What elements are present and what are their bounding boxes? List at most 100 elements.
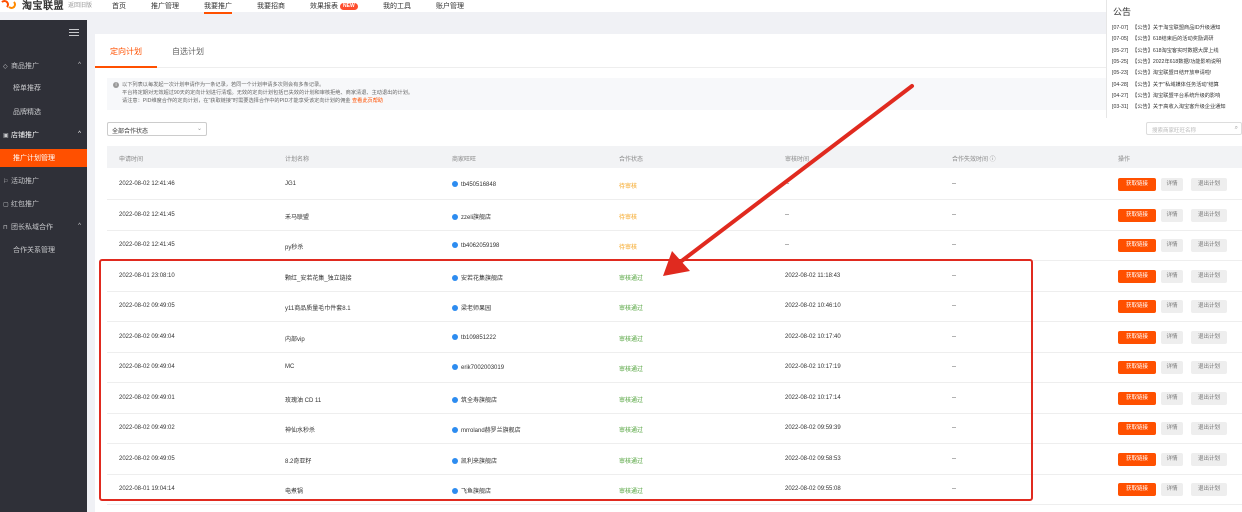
highlight-box: [99, 259, 1033, 501]
brand-logo[interactable]: 淘宝联盟 返回旧版: [0, 0, 92, 12]
quit-plan-button[interactable]: 退出计划: [1191, 269, 1227, 283]
shop-name[interactable]: tb4062059198: [452, 242, 499, 249]
get-link-button[interactable]: 获取链接: [1118, 300, 1156, 313]
get-link-button[interactable]: 获取链接: [1118, 178, 1156, 191]
sidebar-item-brand-selection[interactable]: 品牌精选: [0, 103, 87, 121]
detail-button[interactable]: 详情: [1161, 208, 1183, 222]
quit-plan-button[interactable]: 退出计划: [1191, 208, 1227, 222]
status-badge: 待审核: [619, 184, 638, 190]
nav-account[interactable]: 账户管理: [436, 1, 464, 11]
get-link-button[interactable]: 获取链接: [1118, 361, 1156, 374]
shop-name[interactable]: tb450516848: [452, 181, 496, 188]
search-icon[interactable]: ⌕: [1235, 125, 1238, 132]
announcement-date: [05-23]: [1112, 70, 1129, 77]
detail-button[interactable]: 详情: [1161, 269, 1183, 283]
quit-plan-button[interactable]: 退出计划: [1191, 361, 1227, 374]
sidebar-group-product-promotion[interactable]: ◇ 商品推广 ^: [0, 57, 87, 75]
detail-button[interactable]: 详情: [1161, 422, 1183, 435]
sidebar-item-partnership-management[interactable]: 合作关系管理: [0, 241, 87, 259]
table-row: 2022-08-02 12:41:45 禾马联盟 zzeli旗舰店 待审核 -- -- 获取…: [107, 201, 1242, 231]
get-link-button[interactable]: 获取链接: [1118, 330, 1156, 344]
nav-merchant-recruit[interactable]: 我要招商: [257, 1, 285, 11]
quit-plan-button[interactable]: 退出计划: [1191, 300, 1227, 313]
get-link-button[interactable]: 获取链接: [1118, 269, 1156, 283]
help-link[interactable]: 查看此页帮助: [352, 98, 383, 104]
quit-plan-button[interactable]: 退出计划: [1191, 391, 1227, 405]
nav-reports[interactable]: 效果报表 NEW: [310, 1, 358, 11]
announcement-panel: 公告 [07-07] 【公告】关于淘宝联盟商品ID升级通知 [07-05] 【公告】6…: [1106, 0, 1242, 118]
sidebar-item-ranking[interactable]: 榜单推荐: [0, 79, 87, 97]
get-link-button[interactable]: 获取链接: [1118, 391, 1156, 405]
search-placeholder: 搜索商家旺旺名称: [1152, 128, 1197, 134]
menu-toggle-icon[interactable]: [69, 29, 79, 37]
plan-name[interactable]: py秒杀: [285, 242, 303, 251]
quit-plan-button[interactable]: 退出计划: [1191, 330, 1227, 344]
wangwang-icon: [452, 242, 458, 248]
header-apply-time: 申请时间: [119, 157, 144, 163]
get-link-button[interactable]: 获取链接: [1118, 239, 1156, 252]
announcement-text: 【公告】2022年618数据/功能影响说明: [1132, 58, 1222, 65]
back-to-old-version-link[interactable]: 返回旧版: [68, 0, 92, 9]
announcement-date: [05-27]: [1112, 47, 1129, 54]
review-time: --: [785, 181, 789, 187]
detail-button[interactable]: 详情: [1161, 239, 1183, 252]
sidebar-item-plan-management[interactable]: 推广计划管理: [0, 149, 87, 167]
shop-label: tb4062059198: [461, 243, 500, 249]
notice-line-2: 平台将定期对无效超过90天的定向计划进行清理。无效的定向计划包括已失效的计划和审…: [122, 90, 414, 96]
sidebar-group-shop-promotion[interactable]: ▣ 店铺推广 ^: [0, 126, 87, 144]
announcement-text: 【公告】关于高收入淘宝客升级企业通知: [1132, 104, 1226, 111]
detail-button[interactable]: 详情: [1161, 178, 1183, 191]
announcement-item[interactable]: [07-05] 【公告】618结束后的活动奖励调研: [1112, 35, 1213, 42]
chevron-up-icon: ^: [78, 131, 81, 137]
expire-time: --: [952, 181, 956, 187]
shop-name[interactable]: zzeli旗舰店: [452, 212, 491, 221]
review-time: --: [785, 211, 789, 218]
shop-icon: ▣: [3, 132, 9, 139]
tab-self-selected-plan[interactable]: 自选计划: [172, 46, 204, 57]
quit-plan-button[interactable]: 退出计划: [1191, 239, 1227, 252]
announcement-item[interactable]: [04-27] 【公告】淘宝联盟平台系统升级的影响: [1112, 92, 1220, 99]
announcement-item[interactable]: [05-25] 【公告】2022年618数据/功能影响说明: [1112, 58, 1221, 65]
apply-time: 2022-08-02 12:41:46: [119, 181, 175, 187]
quit-plan-button[interactable]: 退出计划: [1191, 422, 1227, 435]
quit-plan-button[interactable]: 退出计划: [1191, 178, 1227, 191]
tab-directed-plan[interactable]: 定向计划: [110, 46, 142, 57]
nav-my-tools[interactable]: 我的工具: [383, 1, 411, 11]
announcement-date: [04-27]: [1112, 92, 1129, 99]
announcement-item[interactable]: [07-07] 【公告】关于淘宝联盟商品ID升级通知: [1112, 24, 1220, 31]
nav-my-promotion[interactable]: 我要推广: [204, 1, 232, 14]
nav-home[interactable]: 首页: [112, 1, 126, 11]
active-tab-indicator: [95, 66, 157, 68]
wangwang-icon: [452, 181, 458, 187]
plan-name[interactable]: JG1: [285, 181, 296, 187]
cooperation-status-select[interactable]: 全部合作状态 ⌄: [107, 122, 207, 136]
sidebar-group-label: 活动推广: [11, 178, 39, 185]
get-link-button[interactable]: 获取链接: [1118, 208, 1156, 222]
get-link-button[interactable]: 获取链接: [1118, 422, 1156, 435]
sidebar-group-redpacket-promotion[interactable]: ▢ 红包推广: [0, 195, 87, 213]
header-review-time: 审核时间: [785, 157, 810, 163]
tag-icon: ◇: [3, 63, 8, 70]
announcement-item[interactable]: [04-28] 【公告】关于"私域媒体任务活动"结算: [1112, 81, 1219, 88]
plan-name[interactable]: 禾马联盟: [285, 212, 309, 221]
announcement-text: 【公告】618结束后的活动奖励调研: [1132, 36, 1214, 43]
announcement-text: 【公告】淘宝联盟平台系统升级的影响: [1132, 92, 1221, 99]
apply-time: 2022-08-02 12:41:45: [119, 242, 175, 248]
detail-button[interactable]: 详情: [1161, 361, 1183, 374]
sidebar-group-group-leader[interactable]: ⊓ 团长私域合作 ^: [0, 218, 87, 236]
announcement-item[interactable]: [05-27] 【公告】618淘宝客实时数据大屏上线: [1112, 47, 1219, 54]
notice-line-1: 以下列表以每发起一次计划申请作为一条记录，若同一个计划申请多次则会有多条记录。: [122, 82, 325, 88]
status-badge: 待审核: [619, 245, 638, 251]
announcement-item[interactable]: [03-31] 【公告】关于高收入淘宝客升级企业通知: [1112, 103, 1226, 110]
sidebar-group-activity-promotion[interactable]: ⚐ 活动推广: [0, 172, 87, 190]
sidebar-group-label: 红包推广: [11, 201, 39, 208]
detail-button[interactable]: 详情: [1161, 300, 1183, 313]
announcement-text: 【公告】618淘宝客实时数据大屏上线: [1132, 47, 1219, 54]
detail-button[interactable]: 详情: [1161, 330, 1183, 344]
detail-button[interactable]: 详情: [1161, 391, 1183, 405]
select-value: 全部合作状态: [112, 129, 149, 135]
shop-search-input[interactable]: 搜索商家旺旺名称 ⌕: [1146, 122, 1242, 135]
nav-promotion-management[interactable]: 推广管理: [151, 1, 179, 11]
status-badge: 待审核: [619, 214, 638, 221]
announcement-item[interactable]: [05-23] 【公告】淘宝联盟日结开放申请啦!: [1112, 69, 1211, 76]
